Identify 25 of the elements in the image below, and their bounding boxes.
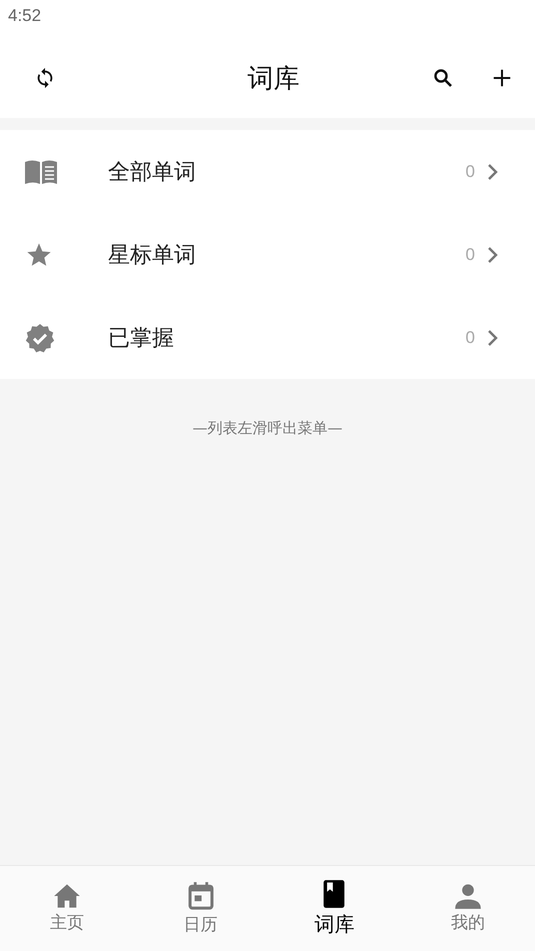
- person-icon: [454, 883, 482, 909]
- nav-tab[interactable]: 词库: [268, 866, 402, 951]
- swipe-hint: —列表左滑呼出菜单—: [192, 419, 344, 438]
- home-icon: [52, 883, 81, 909]
- list-item[interactable]: 全部单词 0: [0, 130, 535, 213]
- chevron-right-icon: [487, 162, 499, 180]
- list-item[interactable]: 星标单词 0: [0, 213, 535, 296]
- status-time: 4:52: [8, 6, 42, 25]
- calendar-icon: [186, 881, 215, 911]
- chevron-right-icon: [487, 246, 499, 264]
- item-label: 全部单词: [108, 158, 197, 186]
- nav-tab[interactable]: 我的: [401, 866, 535, 951]
- nav-tab[interactable]: 主页: [0, 866, 134, 951]
- chevron-right-icon: [487, 328, 499, 346]
- nav-tab[interactable]: 日历: [134, 866, 268, 951]
- book-icon: [24, 158, 58, 184]
- list-item[interactable]: 已掌握 0: [0, 296, 535, 379]
- item-count: 0: [466, 244, 475, 264]
- bookmark-book-icon: [322, 879, 346, 909]
- item-label: 星标单词: [108, 242, 197, 270]
- item-count: 0: [466, 162, 475, 182]
- item-label: 已掌握: [108, 324, 175, 352]
- page-title: 词库: [248, 62, 300, 96]
- verified-badge-icon: [24, 322, 56, 354]
- item-count: 0: [466, 328, 475, 348]
